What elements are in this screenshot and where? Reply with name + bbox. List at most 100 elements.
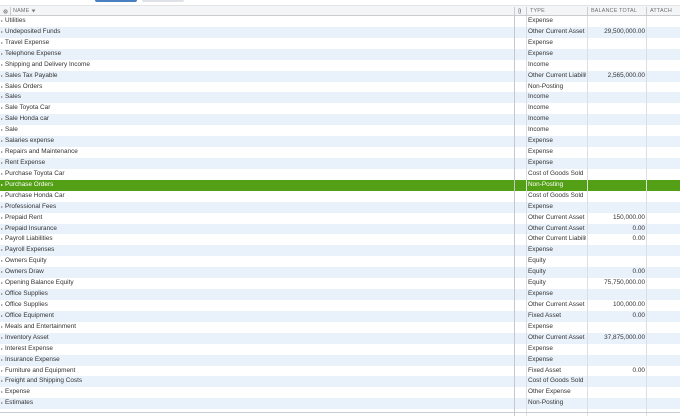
account-name-cell[interactable]: ▸ Payroll Liabilities	[1, 234, 513, 245]
account-name-cell[interactable]: ▸ Office Supplies	[1, 300, 513, 311]
table-row[interactable]: ▸ Sale Honda car Income	[0, 114, 680, 126]
table-row[interactable]: ▸ Salaries expense Expense	[0, 136, 680, 148]
tab-inactive-indicator[interactable]	[142, 0, 184, 2]
table-row[interactable]: ▸ Payroll Liabilities Other Current Liabil…	[0, 234, 680, 245]
table-row[interactable]: ▸ Owners Draw Equity 0.00	[0, 267, 680, 279]
attachment-cell[interactable]	[647, 355, 680, 366]
attachment-cell[interactable]	[647, 180, 680, 191]
table-row[interactable]: ▸ Undeposited Funds Other Current Asset 29,…	[0, 26, 680, 38]
sort-down-icon[interactable]	[31, 6, 36, 16]
attachment-cell[interactable]	[647, 82, 680, 93]
table-row[interactable]: ▸ Utilities Expense	[0, 16, 680, 27]
table-row[interactable]: ▸ Professional Fees Expense	[0, 201, 680, 213]
attachment-cell[interactable]	[647, 71, 680, 82]
table-row[interactable]: ▸ Meals and Entertainment Expense	[0, 322, 680, 333]
attachment-cell[interactable]	[647, 49, 680, 60]
attachment-cell[interactable]	[647, 27, 680, 38]
attachment-cell[interactable]	[647, 376, 680, 387]
account-name-cell[interactable]: ▸ Owners Draw	[1, 267, 513, 278]
attachment-cell[interactable]	[647, 267, 680, 278]
table-row[interactable]: ▸ Shipping and Delivery Income Income	[0, 60, 680, 71]
account-name-cell[interactable]: ▸ Freight and Shipping Costs	[1, 376, 513, 387]
attachment-cell[interactable]	[647, 16, 680, 27]
attachment-cell[interactable]	[647, 224, 680, 235]
table-row[interactable]: ▸ Purchase Toyota Car Cost of Goods Sold	[0, 169, 680, 180]
account-name-cell[interactable]: ▸ Rent Expense	[1, 158, 513, 169]
table-row[interactable]: ▸ Rent Expense Expense	[0, 157, 680, 169]
account-name-cell[interactable]: ▸ Professional Fees	[1, 202, 513, 213]
account-name-cell[interactable]: ▸ Meals and Entertainment	[1, 322, 513, 333]
table-row[interactable]: ▸ Sales Tax Payable Other Current Liabilit…	[0, 70, 680, 82]
table-row[interactable]: ▸ Inventory Asset Other Current Asset 37,87…	[0, 332, 680, 344]
table-row[interactable]: ▸ Furniture and Equipment Fixed Asset 0.00	[0, 366, 680, 377]
account-name-cell[interactable]: ▸ Prepaid Rent	[1, 213, 513, 224]
attachment-cell[interactable]	[647, 398, 680, 409]
account-name-cell[interactable]: ▸ Furniture and Equipment	[1, 366, 513, 377]
account-name-cell[interactable]: ▸ Utilities	[1, 16, 513, 27]
attachment-cell[interactable]	[647, 202, 680, 213]
attachment-cell[interactable]	[647, 213, 680, 224]
account-name-cell[interactable]: ▸ Sale	[1, 125, 513, 136]
account-name-cell[interactable]: ▸ Travel Expense	[1, 38, 513, 49]
attachment-cell[interactable]	[647, 103, 680, 114]
table-row[interactable]: ▸ Sale Income	[0, 125, 680, 136]
account-name-cell[interactable]: ▸ Undeposited Funds	[1, 27, 513, 38]
table-row[interactable]: ▸ Payroll Expenses Expense	[0, 245, 680, 257]
account-name-cell[interactable]: ▸ Sales	[1, 92, 513, 103]
account-name-cell[interactable]: ▸ Purchase Toyota Car	[1, 169, 513, 180]
table-row[interactable]: ▸ Office Supplies Expense	[0, 289, 680, 300]
account-name-cell[interactable]: ▸ Owners Equity	[1, 256, 513, 267]
column-header-balance[interactable]: BALANCE TOTAL	[591, 6, 637, 16]
account-name-cell[interactable]: ▸ Sales Tax Payable	[1, 71, 513, 82]
table-row[interactable]: ▸ Interest Expense Expense	[0, 344, 680, 355]
attachment-cell[interactable]	[647, 38, 680, 49]
account-name-cell[interactable]: ▸ Salaries expense	[1, 136, 513, 147]
account-name-cell[interactable]: ▸ Insurance Expense	[1, 355, 513, 366]
account-name-cell[interactable]: ▸ Repairs and Maintenance	[1, 147, 513, 158]
attachment-cell[interactable]	[647, 322, 680, 333]
table-row[interactable]: ▸ Office Supplies Other Current Asset 100,0…	[0, 300, 680, 311]
table-row[interactable]: ▸ Estimates Non-Posting	[0, 398, 680, 410]
table-row[interactable]: ▸ Prepaid Insurance Other Current Asset 0.0…	[0, 223, 680, 235]
attachment-cell[interactable]	[647, 344, 680, 355]
attachment-cell[interactable]	[647, 92, 680, 103]
attachment-cell[interactable]	[647, 136, 680, 147]
table-row[interactable]: ▸ Expense Other Expense	[0, 387, 680, 398]
table-row[interactable]: ▸ Insurance Expense Expense	[0, 354, 680, 366]
attachment-cell[interactable]	[647, 289, 680, 300]
gear-icon[interactable]	[3, 6, 10, 16]
table-row[interactable]: ▸ Freight and Shipping Costs Cost of Goods…	[0, 376, 680, 388]
table-row[interactable]: ▸ Opening Balance Equity Equity 75,750,000.…	[0, 278, 680, 289]
account-name-cell[interactable]: ▸ Sale Toyota Car	[1, 103, 513, 114]
attachment-cell[interactable]	[647, 387, 680, 398]
account-name-cell[interactable]: ▸ Prepaid Insurance	[1, 224, 513, 235]
table-row[interactable]: ▸ Purchase Orders Non-Posting	[0, 179, 680, 191]
attachment-cell[interactable]	[647, 278, 680, 289]
table-row[interactable]: ▸ Purchase Honda Car Cost of Goods Sold	[0, 191, 680, 202]
table-row[interactable]: ▸ Owners Equity Equity	[0, 256, 680, 267]
attachment-cell[interactable]	[647, 191, 680, 202]
table-row[interactable]: ▸ Sale Toyota Car Income	[0, 103, 680, 114]
attachment-cell[interactable]	[647, 366, 680, 377]
account-name-cell[interactable]: ▸ Purchase Orders	[1, 180, 513, 191]
column-header-name[interactable]: NAME	[13, 6, 29, 16]
column-header-type[interactable]: TYPE	[530, 6, 545, 16]
account-name-cell[interactable]: ▸ Sale Honda car	[1, 114, 513, 125]
table-row[interactable]: ▸ Office Equipment Fixed Asset 0.00	[0, 310, 680, 322]
account-name-cell[interactable]: ▸ Office Supplies	[1, 289, 513, 300]
tab-active-indicator[interactable]	[95, 0, 137, 2]
account-name-cell[interactable]: ▸ Inventory Asset	[1, 333, 513, 344]
account-name-cell[interactable]: ▸ Estimates	[1, 398, 513, 409]
attachment-cell[interactable]	[647, 125, 680, 136]
attachment-cell[interactable]	[647, 169, 680, 180]
attachment-cell[interactable]	[647, 147, 680, 158]
attachment-cell[interactable]	[647, 333, 680, 344]
table-row[interactable]: ▸ Sales Income	[0, 92, 680, 104]
paperclip-icon[interactable]	[518, 6, 522, 16]
table-row[interactable]: ▸ Telephone Expense Expense	[0, 48, 680, 60]
account-name-cell[interactable]: ▸ Opening Balance Equity	[1, 278, 513, 289]
account-name-cell[interactable]: ▸ Office Equipment	[1, 311, 513, 322]
account-name-cell[interactable]: ▸ Payroll Expenses	[1, 245, 513, 256]
attachment-cell[interactable]	[647, 245, 680, 256]
attachment-cell[interactable]	[647, 234, 680, 245]
